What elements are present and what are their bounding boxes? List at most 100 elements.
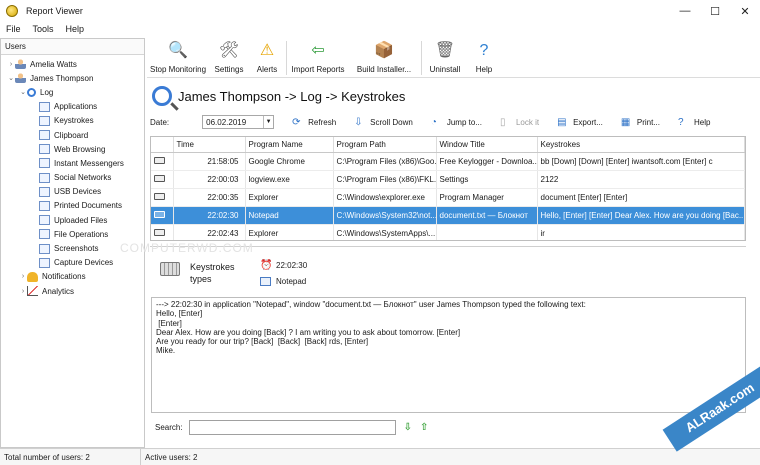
column-header[interactable]: Window Title [436, 137, 538, 153]
help-button[interactable]: ? Help [678, 117, 710, 128]
alerts-button[interactable]: ⚠ Alerts [249, 38, 285, 78]
keyboard-icon [154, 156, 165, 164]
table-row[interactable]: 22:02:43 Explorer C:\Windows\SystemApps\..… [151, 224, 745, 240]
tree-item-amelia-watts[interactable]: › Amelia Watts [1, 57, 144, 71]
tree-item-james-thompson[interactable]: ⌄ James Thompson [1, 71, 144, 85]
column-header[interactable]: Program Path [333, 137, 437, 153]
cell-time: 22:02:30 [173, 206, 246, 225]
calendar-dropdown-icon[interactable]: ▼ [263, 116, 273, 128]
tree-item-printed-documents[interactable]: Printed Documents [1, 199, 144, 213]
collapse-arrow-icon[interactable]: › [7, 61, 15, 68]
breadcrumb: James Thompson -> Log -> Keystrokes [152, 84, 405, 108]
keyboard-icon [160, 262, 180, 276]
jump-to-button[interactable]: ◔ Jump to... [431, 117, 482, 128]
tree-item-social-networks[interactable]: Social Networks [1, 171, 144, 185]
settings-button[interactable]: 🛠 Settings [209, 38, 249, 78]
tree-item-instant-messengers[interactable]: Instant Messengers [1, 156, 144, 170]
page-title: James Thompson -> Log -> Keystrokes [178, 88, 406, 104]
tree-item-label: Log [40, 87, 54, 97]
collapse-arrow-icon[interactable]: › [19, 288, 27, 295]
cell-window: Free Keylogger - Downloa... [436, 152, 538, 171]
print-button[interactable]: ▦ Print... [621, 117, 660, 128]
refresh-button[interactable]: ⟳ Refresh [292, 117, 336, 128]
help-button[interactable]: ? Help [467, 38, 501, 78]
column-header[interactable]: Keystrokes [537, 137, 745, 153]
cell-program: Explorer [245, 188, 334, 207]
uninstall-button[interactable]: 🗑 Uninstall [423, 38, 467, 78]
cell-path: C:\Windows\System32\not... [333, 206, 437, 225]
chart-icon [27, 286, 38, 297]
cell-program: Notepad [245, 206, 334, 225]
search-next-icon[interactable]: ⇩ [404, 422, 412, 433]
column-header[interactable] [151, 137, 174, 153]
keyboard-icon [154, 192, 165, 200]
column-header[interactable]: Program Name [245, 137, 334, 153]
tree-item-log[interactable]: ⌄ Log [1, 85, 144, 99]
tree-item-label: Social Networks [54, 173, 112, 183]
maximize-button[interactable]: ☐ [700, 0, 730, 22]
status-total-users: Total number of users: 2 [0, 448, 141, 465]
jump-to-icon: ◔ [430, 116, 437, 128]
row-icon-cell [151, 170, 174, 189]
keystroke-log-text[interactable]: ---> 22:02:30 in application "Notepad", … [151, 297, 746, 413]
row-icon-cell [151, 206, 174, 225]
stop-monitoring-button[interactable]: 🔍 Stop Monitoring [147, 38, 209, 78]
tree-item-applications[interactable]: Applications [1, 100, 144, 114]
expand-arrow-icon[interactable]: ⌄ [7, 74, 15, 82]
tree-item-notifications[interactable]: › Notifications [1, 270, 144, 284]
tree-item-label: Instant Messengers [54, 158, 124, 168]
scroll-down-button[interactable]: ⇩ Scroll Down [354, 117, 413, 128]
cell-window: document.txt — Блокнот [436, 206, 538, 225]
collapse-arrow-icon[interactable]: › [19, 273, 27, 280]
keystrokes-table: Time Program Name Program Path Window Title… [150, 136, 746, 241]
globe-icon [39, 144, 50, 155]
tree-item-label: Printed Documents [54, 201, 123, 211]
cell-keys: Hello, [Enter] [Enter] Dear Alex. How ar… [537, 206, 745, 225]
tree-item-file-operations[interactable]: File Operations [1, 227, 144, 241]
keyboard-icon [154, 210, 165, 218]
table-row[interactable]: 22:00:35 Explorer C:\Windows\explorer.exe P… [151, 188, 745, 207]
search-input[interactable] [188, 420, 396, 435]
build-installer-button[interactable]: 📦 Build Installer... [348, 38, 420, 78]
table-row[interactable]: 22:02:30 Notepad C:\Windows\System32\not..… [151, 206, 745, 225]
refresh-icon: ⟳ [292, 116, 301, 128]
webcam-icon [39, 257, 50, 268]
tree-item-uploaded-files[interactable]: Uploaded Files [1, 213, 144, 227]
table-row[interactable]: 21:58:05 Google Chrome C:\Program Files (x… [151, 152, 745, 171]
title-bar: Report Viewer — ☐ ✕ [0, 0, 760, 22]
tree-item-clipboard[interactable]: Clipboard [1, 128, 144, 142]
tree-item-label: Analytics [42, 286, 75, 296]
tree-item-label: Capture Devices [54, 258, 114, 268]
toolbar-separator [421, 41, 422, 75]
folder-icon [39, 229, 50, 240]
import-reports-button[interactable]: ⇦ Import Reports [288, 38, 348, 78]
minimize-button[interactable]: — [670, 0, 700, 22]
cell-path: C:\Program Files (x86)\FKL... [333, 170, 437, 189]
search-prev-icon[interactable]: ⇧ [420, 422, 428, 433]
export-button[interactable]: ▤ Export... [557, 117, 603, 128]
window-title: Report Viewer [26, 6, 83, 16]
tree-item-keystrokes[interactable]: Keystrokes [1, 114, 144, 128]
column-header[interactable]: Time [173, 137, 246, 153]
tree-item-usb-devices[interactable]: USB Devices [1, 185, 144, 199]
detail-header: Keystrokes types ⏰ 22:02:30 Notepad [160, 258, 460, 294]
cell-path: C:\Program Files (x86)\Goo... [333, 152, 437, 171]
tree-item-capture-devices[interactable]: Capture Devices [1, 256, 144, 270]
cell-window: Program Manager [436, 188, 538, 207]
table-row[interactable]: 22:00:03 logview.exe C:\Program Files (x86… [151, 170, 745, 189]
chat-icon [39, 158, 50, 169]
bell-icon [27, 271, 38, 282]
detail-time: 22:02:30 [276, 261, 308, 270]
row-icon-cell [151, 188, 174, 207]
expand-arrow-icon[interactable]: ⌄ [19, 88, 27, 96]
settings-icon: 🛠 [218, 42, 240, 59]
menu-file[interactable]: File [0, 24, 27, 34]
date-picker[interactable]: 06.02.2019 ▼ [202, 115, 275, 129]
tree-item-analytics[interactable]: › Analytics [1, 284, 144, 298]
menu-help[interactable]: Help [60, 24, 91, 34]
uninstall-icon: 🗑 [434, 42, 456, 59]
menu-tools[interactable]: Tools [27, 24, 60, 34]
tree-item-web-browsing[interactable]: Web Browsing [1, 142, 144, 156]
tree-item-label: Screenshots [54, 244, 99, 254]
close-button[interactable]: ✕ [730, 0, 760, 22]
